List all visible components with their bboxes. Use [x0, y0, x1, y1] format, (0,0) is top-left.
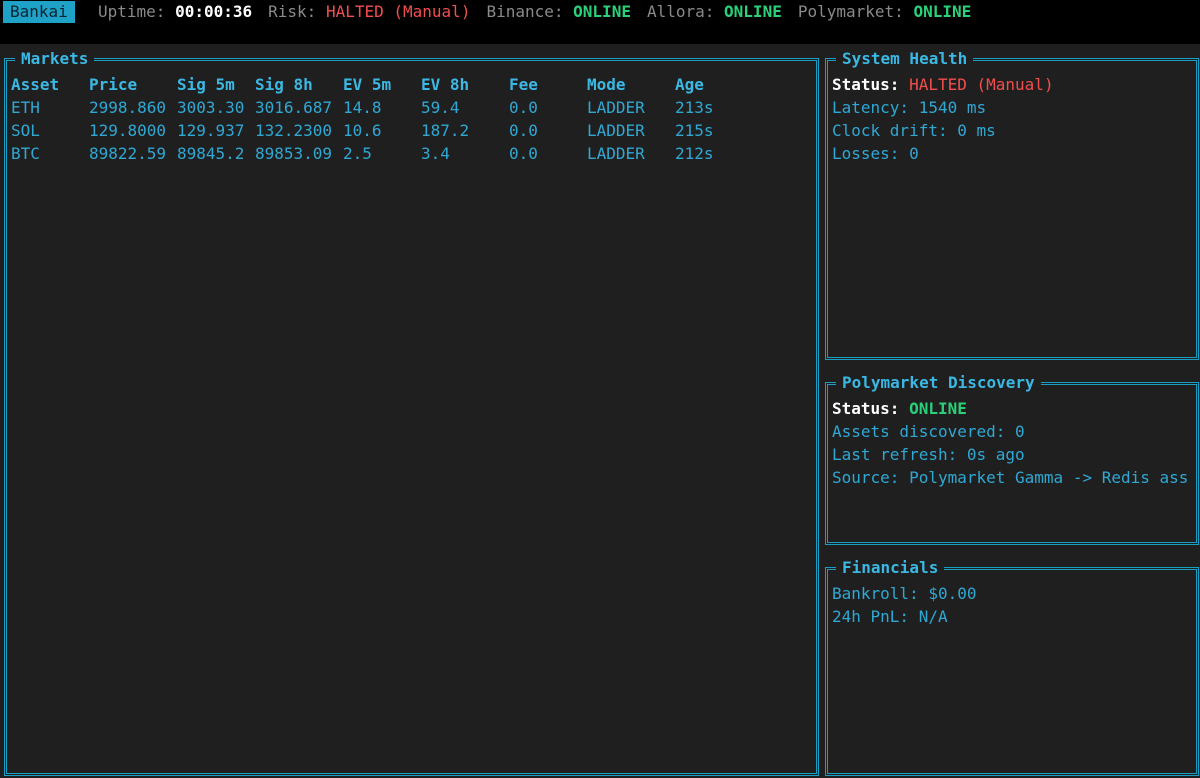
cell-ev-8h: 59.4	[421, 98, 460, 117]
cell-price: 89822.59	[89, 144, 167, 163]
discovery-status-line: Status: ONLINE	[832, 397, 1194, 420]
col-fee: Fee	[509, 75, 538, 94]
clock-drift-line: Clock drift: 0 ms	[832, 121, 996, 140]
col-ev-5m: EV 5m	[343, 75, 392, 94]
table-row[interactable]: SOL 129.8000 129.937 132.2300 10.6 187.2…	[11, 119, 735, 142]
discovery-title: Polymarket Discovery	[836, 371, 1041, 395]
bankroll-line: Bankroll: $0.00	[832, 584, 977, 603]
cell-ev-5m: 2.5	[343, 144, 372, 163]
col-price: Price	[89, 75, 138, 94]
cell-price: 129.8000	[89, 121, 167, 140]
cell-sig-5m: 3003.30	[177, 98, 245, 117]
cell-fee: 0.0	[509, 121, 538, 140]
binance-status: ONLINE	[573, 2, 631, 21]
cell-age: 212s	[675, 144, 714, 163]
table-row[interactable]: BTC 89822.59 89845.2 89853.09 2.5 3.4 0.…	[11, 142, 735, 165]
cell-ev-5m: 10.6	[343, 121, 382, 140]
cell-mode: LADDER	[587, 98, 645, 117]
cell-age: 215s	[675, 121, 714, 140]
cell-sig-5m: 89845.2	[177, 144, 245, 163]
allora-status: ONLINE	[724, 2, 782, 21]
financials-panel: Financials Bankroll: $0.00 24h PnL: N/A	[825, 556, 1199, 776]
cell-asset: BTC	[11, 144, 40, 163]
top-status-bar: Bankai Uptime: 00:00:36 Risk: HALTED (Man…	[0, 0, 1200, 44]
system-health-body: Status: HALTED (Manual) Latency: 1540 ms…	[832, 73, 1194, 355]
markets-header-row: Asset Price Sig 5m Sig 8h EV 5m EV 8h Fe…	[11, 73, 735, 96]
cell-asset: SOL	[11, 121, 40, 140]
risk-label: Risk:	[268, 2, 317, 21]
cell-mode: LADDER	[587, 121, 645, 140]
discovery-status-value: ONLINE	[909, 399, 967, 418]
col-mode: Mode	[587, 75, 626, 94]
system-health-panel: System Health Status: HALTED (Manual) La…	[825, 47, 1199, 360]
financials-body: Bankroll: $0.00 24h PnL: N/A	[832, 582, 1194, 771]
financials-title: Financials	[836, 556, 945, 580]
col-ev-8h: EV 8h	[421, 75, 470, 94]
cell-ev-8h: 187.2	[421, 121, 470, 140]
uptime-value: 00:00:36	[175, 2, 253, 21]
source-line: Source: Polymarket Gamma -> Redis ass	[832, 468, 1189, 487]
cell-fee: 0.0	[509, 144, 538, 163]
cell-sig-5m: 129.937	[177, 121, 245, 140]
discovery-status-label: Status:	[832, 399, 900, 418]
cell-ev-8h: 3.4	[421, 144, 450, 163]
col-age: Age	[675, 75, 704, 94]
cell-ev-5m: 14.8	[343, 98, 382, 117]
table-row[interactable]: ETH 2998.860 3003.30 3016.687 14.8 59.4 …	[11, 96, 735, 119]
cell-sig-8h: 3016.687	[255, 98, 333, 117]
allora-label: Allora:	[646, 2, 715, 21]
system-health-title: System Health	[836, 47, 974, 71]
discovery-body: Status: ONLINE Assets discovered: 0 Last…	[832, 397, 1194, 540]
col-asset: Asset	[11, 75, 60, 94]
health-status-line: Status: HALTED (Manual)	[832, 73, 1194, 96]
markets-panel: Markets Asset Price Sig 5m Sig 8h EV 5m …	[4, 47, 819, 776]
cell-mode: LADDER	[587, 144, 645, 163]
polymarket-status: ONLINE	[913, 2, 972, 21]
last-refresh-line: Last refresh: 0s ago	[832, 445, 1025, 464]
dashboard-main: Markets Asset Price Sig 5m Sig 8h EV 5m …	[0, 44, 1200, 778]
cell-age: 213s	[675, 98, 714, 117]
polymarket-discovery-panel: Polymarket Discovery Status: ONLINE Asse…	[825, 371, 1199, 545]
pnl-line: 24h PnL: N/A	[832, 607, 948, 626]
col-sig-8h: Sig 8h	[255, 75, 313, 94]
losses-line: Losses: 0	[832, 144, 919, 163]
markets-body: Asset Price Sig 5m Sig 8h EV 5m EV 8h Fe…	[11, 73, 814, 771]
assets-discovered-line: Assets discovered: 0	[832, 422, 1025, 441]
uptime-label: Uptime:	[98, 2, 166, 21]
binance-label: Binance:	[486, 2, 564, 21]
cell-price: 2998.860	[89, 98, 167, 117]
markets-table: Asset Price Sig 5m Sig 8h EV 5m EV 8h Fe…	[11, 73, 735, 165]
cell-fee: 0.0	[509, 98, 538, 117]
status-line: Uptime: 00:00:36 Risk: HALTED (Manual) Bin…	[98, 1, 971, 23]
cell-sig-8h: 89853.09	[255, 144, 333, 163]
health-status-value: HALTED (Manual)	[909, 75, 1054, 94]
cell-asset: ETH	[11, 98, 40, 117]
risk-value: HALTED (Manual)	[325, 2, 471, 21]
col-sig-5m: Sig 5m	[177, 75, 235, 94]
app-brand: Bankai	[3, 1, 75, 23]
latency-line: Latency: 1540 ms	[832, 98, 987, 117]
markets-title: Markets	[15, 47, 95, 71]
cell-sig-8h: 132.2300	[255, 121, 333, 140]
health-status-label: Status:	[832, 75, 900, 94]
polymarket-label: Polymarket:	[797, 2, 904, 21]
